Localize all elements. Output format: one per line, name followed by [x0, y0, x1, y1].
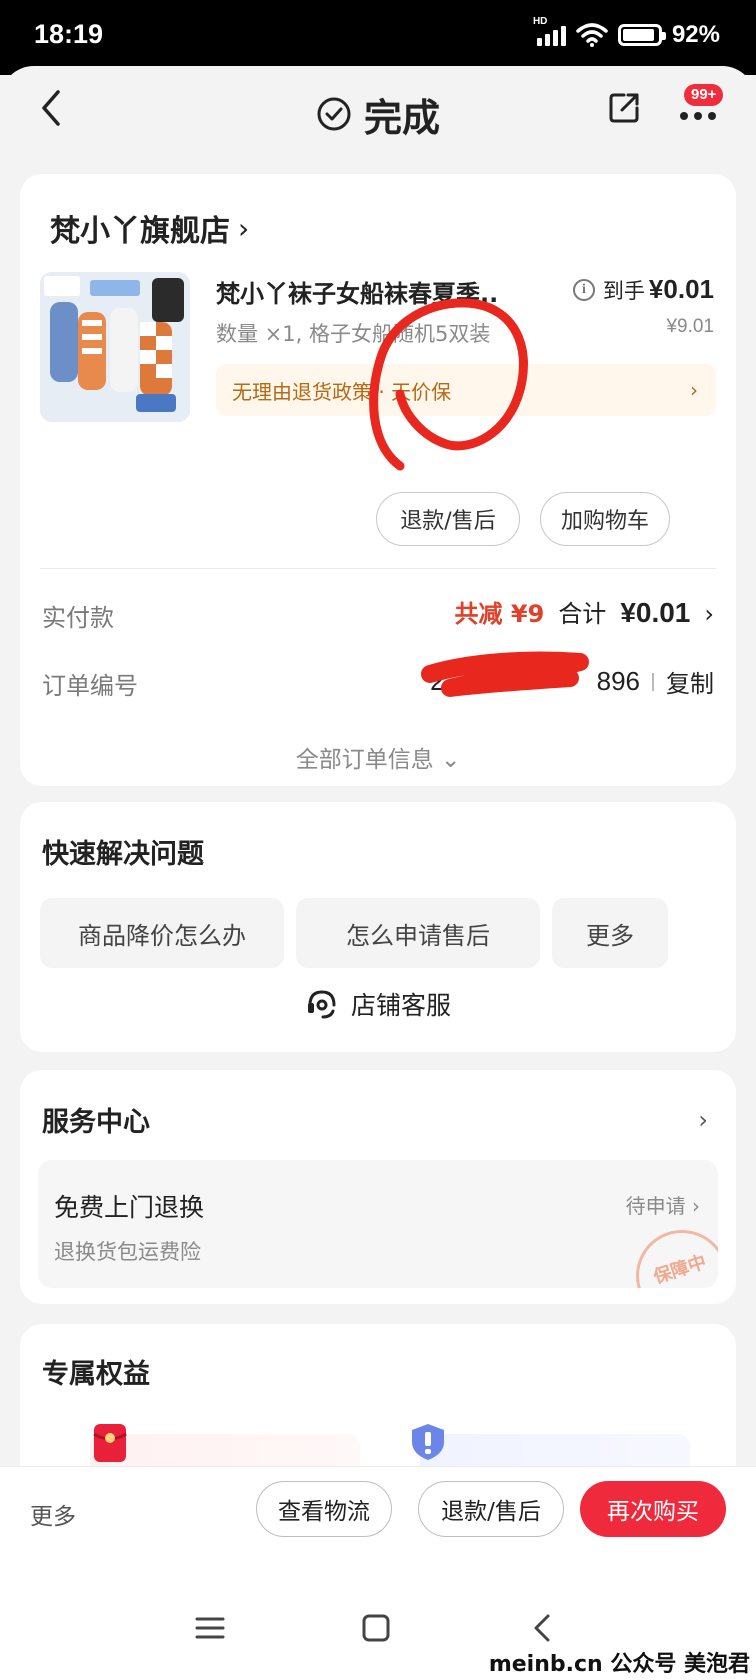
status-bar: 18:19 HD 92%	[0, 0, 756, 75]
info-icon[interactable]: i	[572, 278, 595, 301]
all-order-info-text: 全部订单信息	[295, 747, 434, 773]
order-card: 梵小丫旗舰店 › 梵小丫袜子女船袜春夏季.. 数量 ×1, 格子女船随机5双装 …	[20, 174, 736, 786]
back-icon[interactable]	[36, 88, 66, 128]
order-number-end: 896	[596, 666, 640, 696]
final-price: i 到手 ¥0.01	[572, 274, 714, 305]
page-title: 完成	[316, 87, 440, 142]
notification-badge: 99+	[684, 84, 724, 106]
store-name: 梵小丫旗舰店	[50, 214, 230, 249]
buy-again-button[interactable]: 再次购买	[580, 1481, 726, 1537]
all-order-info-link[interactable]: 全部订单信息 ⌄	[20, 740, 736, 774]
divider	[40, 568, 716, 569]
chip-price-drop[interactable]: 商品降价怎么办	[40, 898, 284, 968]
socks-image	[40, 272, 190, 422]
payment-summary[interactable]: 共减 ¥9 合计 ¥0.01 ›	[455, 594, 714, 629]
chevron-right-icon[interactable]: ›	[698, 1106, 708, 1134]
battery-icon	[617, 23, 666, 46]
watermark: meinb.cn 公众号 美泡君	[488, 1652, 750, 1677]
annotation-circle	[369, 298, 528, 471]
product-image[interactable]	[40, 272, 190, 422]
payment-label: 实付款	[42, 604, 114, 632]
shield-icon	[412, 1424, 444, 1460]
status-time: 18:19	[34, 19, 104, 49]
chevron-down-icon: ⌄	[441, 747, 461, 773]
total-amount: ¥0.01	[620, 597, 691, 628]
page-title-text: 完成	[363, 95, 440, 140]
add-cart-button[interactable]: 加购物车	[540, 492, 670, 546]
final-price-value: ¥0.01	[648, 274, 714, 304]
total-label: 合计	[558, 600, 607, 628]
wifi-icon	[576, 22, 608, 47]
header: 完成 99+	[0, 66, 756, 162]
menu-icon[interactable]	[192, 1610, 228, 1646]
quick-solve-title: 快速解决问题	[42, 839, 204, 870]
final-price-label: 到手	[602, 279, 645, 303]
network-type: HD	[532, 15, 548, 27]
refund-button[interactable]: 退款/售后	[376, 492, 520, 546]
benefits-title: 专属权益	[42, 1359, 150, 1390]
service-center-title: 服务中心	[42, 1107, 150, 1138]
original-price: ¥9.01	[666, 316, 714, 337]
refund-aftersale-button[interactable]: 退款/售后	[418, 1481, 564, 1537]
view-logistics-button[interactable]: 查看物流	[256, 1481, 392, 1537]
service-description: 退换货包运费险	[54, 1240, 201, 1264]
red-packet-icon	[93, 1424, 127, 1462]
customer-service-icon	[307, 990, 336, 1019]
service-name: 免费上门退换	[54, 1193, 205, 1222]
discount-amount: 共减 ¥9	[454, 600, 545, 628]
quick-solve-card: 快速解决问题 商品降价怎么办 怎么申请售后 更多 店铺客服	[20, 802, 736, 1052]
protection-stamp: 保障中	[624, 1218, 718, 1288]
redaction-scribble	[421, 651, 589, 697]
service-status-text: 待申请	[625, 1194, 686, 1218]
service-status: 待申请 ›	[625, 1194, 700, 1218]
store-name-link[interactable]: 梵小丫旗舰店 ›	[50, 206, 249, 250]
back-nav-icon[interactable]	[524, 1610, 560, 1646]
more-button[interactable]: 更多	[30, 1497, 76, 1531]
share-icon[interactable]	[606, 90, 642, 126]
store-service-label: 店铺客服	[350, 991, 451, 1020]
chevron-right-icon: ›	[238, 211, 250, 245]
chevron-right-icon: ›	[690, 378, 698, 402]
service-center-card: 服务中心 › 免费上门退换 退换货包运费险 待申请 › 保障中	[20, 1070, 736, 1304]
free-return-service[interactable]: 免费上门退换 退换货包运费险 待申请 › 保障中	[38, 1160, 718, 1288]
signal-icon: HD	[533, 16, 566, 46]
battery-percent: 92%	[671, 20, 720, 48]
copy-button[interactable]: 复制	[666, 664, 714, 699]
order-detail-sheet: 完成 99+ 梵小丫旗舰店 › 梵小丫袜子女船袜春夏季.. 数量 ×1, 格子女…	[0, 66, 756, 1680]
separator	[652, 672, 654, 691]
chip-apply-aftersale[interactable]: 怎么申请售后	[296, 898, 540, 968]
order-number-label: 订单编号	[42, 672, 138, 700]
home-icon[interactable]	[358, 1610, 394, 1646]
store-service-button[interactable]: 店铺客服	[20, 986, 736, 1022]
chip-more[interactable]: 更多	[552, 898, 668, 968]
chevron-right-icon: ›	[704, 600, 714, 628]
status-right: HD 92%	[533, 16, 720, 49]
check-circle-icon	[317, 97, 351, 131]
